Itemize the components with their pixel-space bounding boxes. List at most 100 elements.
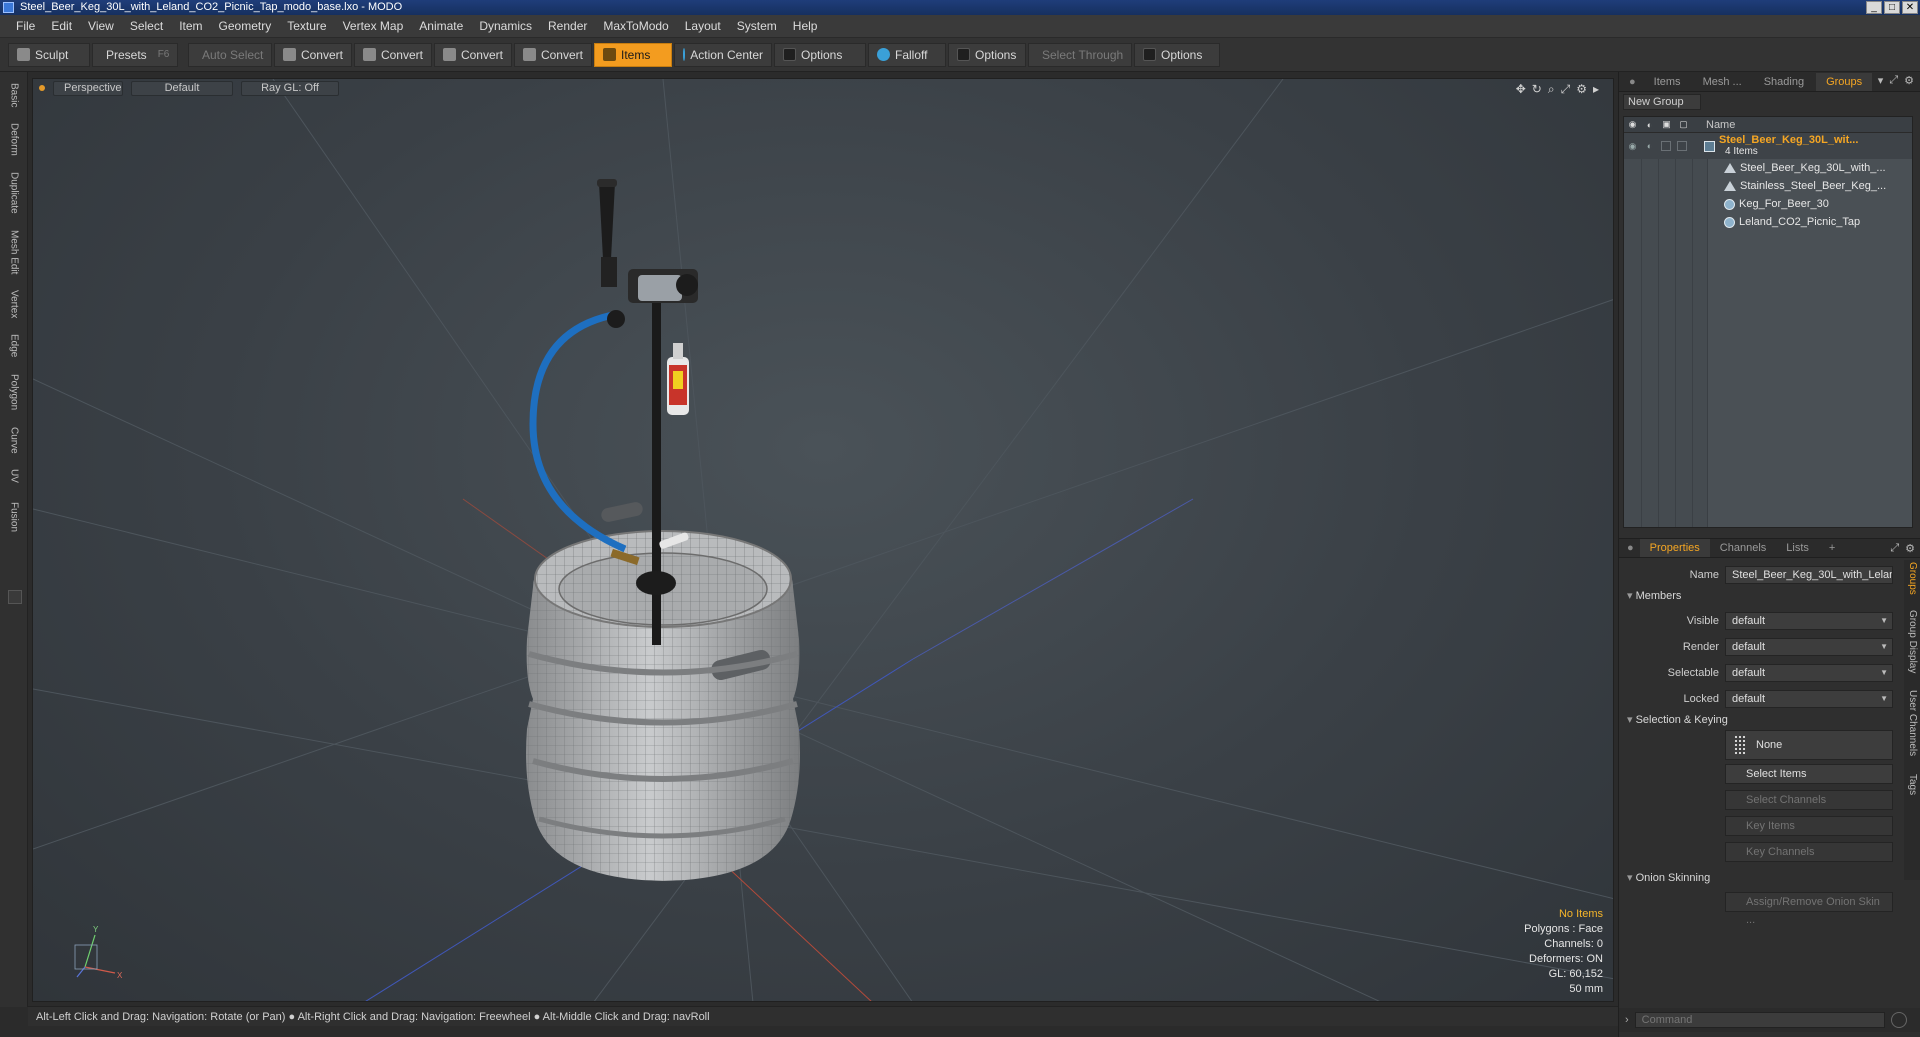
tab-channels[interactable]: Channels: [1710, 539, 1776, 557]
group-child-row[interactable]: Stainless_Steel_Beer_Keg_...: [1624, 177, 1912, 195]
panel-menu-dot-icon[interactable]: ●: [1629, 76, 1636, 88]
panel-toggle-button[interactable]: [8, 590, 22, 604]
action-center-options-button[interactable]: Options: [774, 42, 866, 67]
locked-dropdown[interactable]: default: [1725, 690, 1893, 708]
tab-vertex[interactable]: Vertex: [6, 284, 22, 324]
viewport-menu-dot[interactable]: [39, 85, 45, 91]
tab-polygon[interactable]: Polygon: [6, 368, 22, 416]
key-items-button[interactable]: Key Items: [1725, 816, 1893, 836]
falloff-button[interactable]: Falloff: [868, 42, 946, 67]
eye-icon[interactable]: ◉: [1624, 141, 1641, 152]
items-mode-button[interactable]: Items: [594, 42, 672, 67]
onion-skinning-section[interactable]: Onion Skinning: [1619, 868, 1899, 888]
convert-edges-button[interactable]: Convert: [354, 42, 432, 67]
menu-render[interactable]: Render: [540, 19, 595, 33]
select-through-options-button[interactable]: Options: [1134, 42, 1220, 67]
zoom-view-icon[interactable]: ⌕: [1548, 82, 1555, 97]
tab-mesh[interactable]: Mesh ...: [1693, 73, 1752, 91]
rotate-view-icon[interactable]: ↻: [1532, 82, 1542, 97]
close-button[interactable]: ✕: [1902, 1, 1918, 14]
keying-mode-button[interactable]: None: [1725, 730, 1893, 760]
menu-select[interactable]: Select: [122, 19, 171, 33]
action-center-button[interactable]: Action Center: [674, 42, 772, 67]
render-dropdown[interactable]: default: [1725, 638, 1893, 656]
view-type-dropdown[interactable]: Perspective: [53, 80, 123, 96]
tab-mesh-edit[interactable]: Mesh Edit: [6, 226, 22, 278]
command-expand-icon[interactable]: ›: [1625, 1014, 1629, 1026]
tab-duplicate[interactable]: Duplicate: [6, 168, 22, 218]
selectable-dropdown[interactable]: default: [1725, 664, 1893, 682]
convert-vertices-button[interactable]: Convert: [274, 42, 352, 67]
menu-layout[interactable]: Layout: [677, 19, 729, 33]
panel-settings-icon[interactable]: ⚙: [1905, 542, 1915, 555]
visible-dropdown[interactable]: default: [1725, 612, 1893, 630]
tab-lists[interactable]: Lists: [1776, 539, 1819, 557]
tab-edge[interactable]: Edge: [6, 330, 22, 362]
convert-items-button[interactable]: Convert: [514, 42, 592, 67]
viewport-settings-icon[interactable]: ⚙: [1576, 82, 1587, 97]
tab-fusion[interactable]: Fusion: [6, 496, 22, 538]
side-tab-tags[interactable]: Tags: [1906, 774, 1918, 802]
group-row-selected[interactable]: ◉ ◐ Steel_Beer_Keg_30L_wit... 4 Items: [1624, 133, 1912, 159]
panel-expand-icon[interactable]: ⤢: [1890, 542, 1899, 555]
tab-shading[interactable]: Shading: [1754, 73, 1814, 91]
menu-texture[interactable]: Texture: [279, 19, 334, 33]
visibility-column-icon[interactable]: ◉: [1624, 119, 1641, 130]
render-icon[interactable]: ◐: [1641, 141, 1658, 151]
menu-help[interactable]: Help: [785, 19, 826, 33]
fit-view-icon[interactable]: ⤢: [1561, 82, 1571, 97]
menu-maxtomodo[interactable]: MaxToModo: [595, 19, 676, 33]
convert-polygons-button[interactable]: Convert: [434, 42, 512, 67]
selection-keying-section[interactable]: Selection & Keying: [1619, 710, 1899, 730]
select-channels-button[interactable]: Select Channels: [1725, 790, 1893, 810]
side-tab-group-display[interactable]: Group Display: [1906, 610, 1918, 682]
menu-geometry[interactable]: Geometry: [211, 19, 280, 33]
falloff-options-button[interactable]: Options: [948, 42, 1026, 67]
side-tab-user-channels[interactable]: User Channels: [1906, 690, 1918, 766]
raygl-toggle[interactable]: Ray GL: Off: [241, 80, 339, 96]
tab-groups[interactable]: Groups: [1816, 72, 1873, 91]
name-field[interactable]: Steel_Beer_Keg_30L_with_Lelan: [1725, 566, 1893, 584]
side-tab-groups[interactable]: Groups: [1906, 562, 1918, 602]
command-input[interactable]: [1634, 1012, 1885, 1028]
3d-viewport[interactable]: Perspective Default Ray GL: Off ✥ ↻ ⌕ ⤢ …: [32, 78, 1614, 1002]
select-column-icon[interactable]: ▢: [1675, 119, 1692, 130]
panel-expand-icon[interactable]: ⤢: [1889, 74, 1898, 87]
add-tab-button[interactable]: +: [1819, 539, 1845, 557]
menu-item[interactable]: Item: [171, 19, 210, 33]
move-view-icon[interactable]: ✥: [1516, 82, 1526, 97]
presets-button[interactable]: Presets F6: [92, 42, 178, 67]
menu-file[interactable]: File: [8, 19, 43, 33]
select-checkbox[interactable]: [1677, 141, 1687, 151]
auto-select-button[interactable]: Auto Select: [188, 42, 272, 67]
maximize-button[interactable]: □: [1884, 1, 1900, 14]
select-through-button[interactable]: Select Through: [1028, 42, 1132, 67]
tab-items[interactable]: Items: [1644, 73, 1691, 91]
tab-deform[interactable]: Deform: [6, 118, 22, 160]
render-column-icon[interactable]: ◐: [1641, 120, 1658, 130]
menu-view[interactable]: View: [80, 19, 122, 33]
viewport-expand-icon[interactable]: ▸: [1593, 82, 1599, 97]
sculpt-button[interactable]: Sculpt: [8, 42, 90, 67]
menu-dynamics[interactable]: Dynamics: [471, 19, 540, 33]
menu-vertex-map[interactable]: Vertex Map: [335, 19, 412, 33]
tab-uv[interactable]: UV: [6, 464, 22, 488]
tab-basic[interactable]: Basic: [6, 78, 22, 112]
menu-system[interactable]: System: [729, 19, 785, 33]
members-section[interactable]: Members: [1619, 586, 1899, 606]
tab-dropdown-icon[interactable]: ▾: [1878, 74, 1884, 87]
key-channels-button[interactable]: Key Channels: [1725, 842, 1893, 862]
tab-curve[interactable]: Curve: [6, 422, 22, 458]
group-child-row[interactable]: Steel_Beer_Keg_30L_with_...: [1624, 159, 1912, 177]
assign-onion-skin-button[interactable]: Assign/Remove Onion Skin ...: [1725, 892, 1893, 926]
minimize-button[interactable]: _: [1866, 1, 1882, 14]
group-child-row[interactable]: Leland_CO2_Picnic_Tap: [1624, 213, 1912, 231]
menu-edit[interactable]: Edit: [43, 19, 80, 33]
new-group-button[interactable]: New Group: [1623, 94, 1701, 110]
group-child-row[interactable]: Keg_For_Beer_30: [1624, 195, 1912, 213]
lock-checkbox[interactable]: [1661, 141, 1671, 151]
menu-animate[interactable]: Animate: [411, 19, 471, 33]
command-history-icon[interactable]: [1890, 1012, 1907, 1028]
select-items-button[interactable]: Select Items: [1725, 764, 1893, 784]
tab-properties[interactable]: Properties: [1639, 539, 1710, 557]
